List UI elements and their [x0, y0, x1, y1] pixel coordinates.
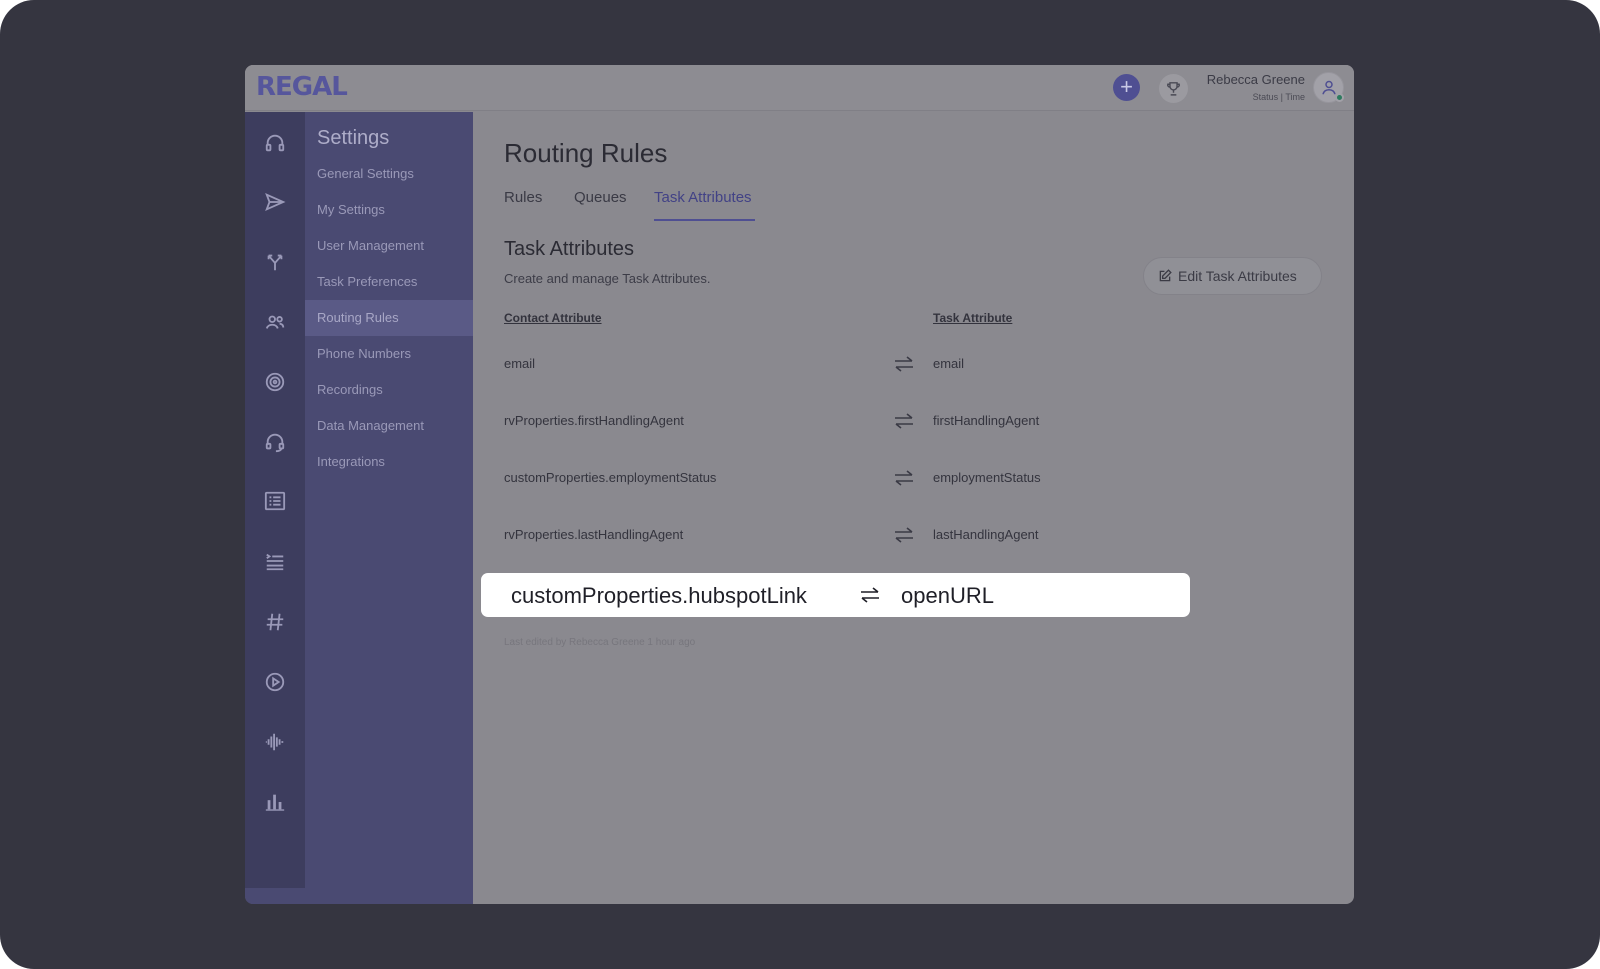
add-button[interactable]: +: [1113, 74, 1140, 101]
column-header-task-attribute[interactable]: Task Attribute: [933, 311, 1012, 325]
settings-item-routing-rules[interactable]: Routing Rules: [305, 300, 473, 336]
row-contact-attribute: rvProperties.lastHandlingAgent: [504, 527, 684, 542]
rail-bar-chart[interactable]: [245, 780, 305, 824]
row-task-attribute: firstHandlingAgent: [933, 413, 1040, 428]
send-icon: [265, 192, 286, 212]
rail-play[interactable]: [245, 660, 305, 704]
swap-arrows-icon: [895, 356, 913, 372]
highlight-task-attribute: openURL: [901, 583, 994, 608]
regal-logo[interactable]: REGAL: [256, 72, 348, 102]
people-icon: [265, 315, 285, 329]
settings-item-task-preferences[interactable]: Task Preferences: [305, 264, 473, 300]
rail-settings[interactable]: [245, 888, 305, 904]
row-contact-attribute: customProperties.employmentStatus: [504, 470, 717, 485]
bar-chart-icon: [265, 794, 285, 811]
settings-item-user-management[interactable]: User Management: [305, 228, 473, 264]
status-dot: [1335, 93, 1344, 102]
rail-hashtag[interactable]: [245, 600, 305, 644]
tab-rules[interactable]: Rules: [504, 189, 542, 206]
settings-item-integrations[interactable]: Integrations: [305, 444, 473, 480]
highlight-contact-attribute: customProperties.hubspotLink: [511, 583, 807, 608]
edit-task-attributes-button[interactable]: Edit Task Attributes: [1143, 257, 1322, 295]
branch-icon: [267, 254, 283, 271]
trophy-button[interactable]: [1159, 74, 1188, 103]
tab-task-attributes[interactable]: Task Attributes: [654, 189, 752, 206]
waveform-icon: [265, 733, 284, 751]
section-title: Task Attributes: [504, 238, 635, 260]
settings-item-phone-numbers[interactable]: Phone Numbers: [305, 336, 473, 372]
swap-arrows-icon: [861, 587, 879, 603]
active-tab-indicator: [654, 219, 755, 221]
list-card-icon: [264, 491, 286, 511]
swap-arrows-icon: [895, 527, 913, 543]
rail-branch[interactable]: [245, 240, 305, 284]
screenshot-frame: REGAL + Rebecca Greene Status | Time Set…: [0, 0, 1600, 969]
settings-panel: Settings General Settings My Settings Us…: [305, 112, 473, 904]
section-description: Create and manage Task Attributes.: [504, 271, 711, 286]
row-contact-attribute: email: [504, 356, 536, 371]
headset-outline-icon: [265, 433, 285, 453]
highlighted-attribute-row: customProperties.hubspotLink openURL: [481, 573, 1190, 617]
row-task-attribute: lastHandlingAgent: [933, 527, 1039, 542]
user-avatar[interactable]: [1313, 72, 1344, 103]
last-edited-note: Last edited by Rebecca Greene 1 hour ago: [504, 637, 696, 648]
top-bar: REGAL + Rebecca Greene Status | Time: [245, 65, 1354, 111]
user-status: Status | Time: [1252, 92, 1305, 102]
trophy-icon: [1167, 82, 1180, 96]
rail-list-card[interactable]: [245, 479, 305, 523]
play-icon: [265, 672, 285, 692]
hashtag-icon: [266, 613, 284, 631]
rail-headset[interactable]: [245, 121, 305, 165]
settings-item-data-management[interactable]: Data Management: [305, 408, 473, 444]
edit-icon: [1159, 269, 1172, 282]
settings-title: Settings: [317, 127, 390, 149]
column-header-contact-attribute[interactable]: Contact Attribute: [504, 311, 602, 325]
main-content: Routing Rules Rules Queues Task Attribut…: [473, 112, 1354, 904]
settings-item-my-settings[interactable]: My Settings: [305, 192, 473, 228]
rail-headset-outline[interactable]: [245, 420, 305, 464]
rail-people[interactable]: [245, 300, 305, 344]
icon-rail: [245, 112, 305, 904]
rail-indent-list[interactable]: [245, 539, 305, 583]
row-task-attribute: employmentStatus: [933, 470, 1041, 485]
settings-item-general[interactable]: General Settings: [305, 156, 473, 192]
swap-arrows-icon: [895, 470, 913, 486]
user-name[interactable]: Rebecca Greene: [1207, 72, 1305, 87]
rail-send[interactable]: [245, 180, 305, 224]
rail-waveform[interactable]: [245, 720, 305, 764]
indent-list-icon: [266, 553, 284, 571]
row-contact-attribute: rvProperties.firstHandlingAgent: [504, 413, 684, 428]
page-title: Routing Rules: [504, 138, 668, 168]
edit-button-label: Edit Task Attributes: [1178, 268, 1297, 284]
settings-item-recordings[interactable]: Recordings: [305, 372, 473, 408]
app-window: REGAL + Rebecca Greene Status | Time Set…: [245, 65, 1354, 904]
tab-queues[interactable]: Queues: [574, 189, 627, 206]
target-icon: [265, 372, 285, 392]
row-task-attribute: email: [933, 356, 965, 371]
swap-arrows-icon: [895, 413, 913, 429]
rail-target[interactable]: [245, 360, 305, 404]
headset-icon: [265, 134, 285, 152]
